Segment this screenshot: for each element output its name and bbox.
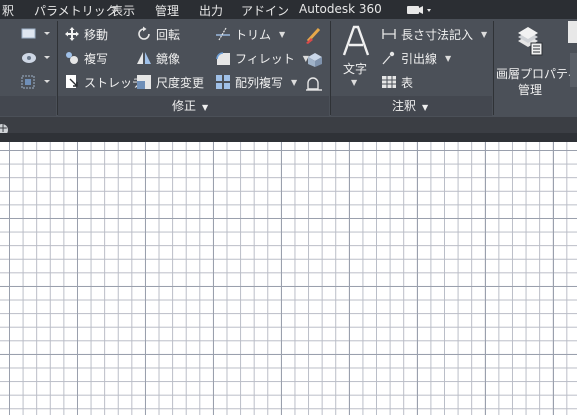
rotate-button[interactable]: 回転 — [136, 24, 180, 44]
array-dropdown-arrow[interactable]: ▼ — [291, 78, 297, 87]
featured-apps-dropdown[interactable] — [406, 3, 432, 16]
draw-panel-title-bar — [0, 96, 56, 116]
annotation-panel-expand-arrow: ▼ — [422, 103, 429, 112]
linear-dimension-dropdown-arrow[interactable]: ▼ — [481, 30, 487, 39]
menu-annotate[interactable]: 釈 — [2, 2, 14, 19]
array-label: 配列複写 — [235, 75, 284, 90]
rotate-icon — [138, 26, 150, 40]
copy-button[interactable]: 複写 — [64, 48, 108, 68]
menu-bar: 釈 パラメトリック 表示 管理 出力 アドイン Autodesk 360 — [0, 0, 577, 19]
modify-panel-title-label: 修正 — [172, 99, 197, 113]
scale-button[interactable]: 尺度変更 — [136, 72, 204, 92]
linear-dimension-icon — [382, 29, 396, 39]
text-button[interactable]: 文字 ▼ — [338, 25, 374, 95]
layer-properties-label-line1: 画層プロパティ — [496, 67, 577, 81]
leader-icon — [382, 51, 395, 65]
tab-strip-shadow — [0, 133, 577, 142]
table-icon — [382, 76, 396, 88]
stretch-icon — [66, 75, 78, 88]
layer-properties-icon — [518, 27, 543, 56]
scale-icon — [137, 75, 151, 89]
modify-panel-expand-arrow: ▼ — [202, 103, 209, 112]
mirror-label: 鏡像 — [156, 51, 181, 66]
mirror-button[interactable]: 鏡像 — [136, 48, 180, 68]
erase-icon[interactable] — [305, 26, 325, 44]
layer-properties-button[interactable]: 画層プロパティ 管理 — [496, 25, 577, 97]
table-label: 表 — [401, 75, 414, 90]
leader-label: 引出線 — [401, 51, 438, 66]
linear-dimension-label: 長さ寸法記入 — [401, 27, 474, 42]
trim-label: トリム — [235, 27, 272, 42]
video-icon — [407, 6, 431, 14]
copy-icon — [66, 52, 78, 64]
menu-autodesk-360[interactable]: Autodesk 360 — [299, 2, 382, 16]
offset-icon[interactable] — [305, 74, 325, 92]
stretch-button[interactable]: ストレッチ — [64, 72, 144, 92]
modify-panel-title[interactable]: 修正 ▼ — [172, 97, 208, 115]
stretch-label: ストレッチ — [84, 75, 145, 90]
rotate-label: 回転 — [156, 27, 181, 42]
menu-parametric[interactable]: パラメトリック — [34, 2, 118, 19]
scale-label: 尺度変更 — [156, 75, 205, 90]
rectangle-icon[interactable] — [20, 26, 52, 42]
fillet-button[interactable]: フィレット ▼ — [215, 48, 309, 68]
menu-output[interactable]: 出力 — [199, 2, 223, 19]
fillet-icon — [216, 52, 230, 65]
array-button[interactable]: 配列複写 ▼ — [215, 72, 297, 92]
menu-view[interactable]: 表示 — [111, 2, 135, 19]
panel-divider — [493, 21, 494, 115]
annotation-panel-title[interactable]: 注釈 ▼ — [392, 97, 428, 115]
text-a-icon — [342, 25, 370, 56]
move-icon — [65, 27, 79, 41]
table-button[interactable]: 表 — [381, 72, 413, 92]
autocad-window: 釈 パラメトリック 表示 管理 出力 アドイン Autodesk 360 移動 … — [0, 0, 577, 415]
leader-dropdown-arrow[interactable]: ▼ — [445, 54, 451, 63]
trim-button[interactable]: トリム ▼ — [215, 24, 285, 44]
text-dropdown-arrow: ▼ — [351, 78, 358, 87]
region-icon[interactable] — [20, 74, 52, 90]
array-icon — [216, 75, 230, 89]
file-tab-strip — [0, 117, 577, 142]
move-button[interactable]: 移動 — [64, 24, 108, 44]
linear-dimension-button[interactable]: 長さ寸法記入 ▼ — [381, 24, 487, 44]
text-label: 文字 — [343, 62, 368, 76]
fillet-label: フィレット — [235, 51, 295, 66]
layer-control-partial[interactable] — [568, 21, 577, 43]
layer-tools-partial[interactable] — [570, 53, 577, 87]
mirror-icon — [137, 52, 151, 64]
explode-icon[interactable] — [305, 50, 325, 68]
move-label: 移動 — [84, 27, 109, 42]
hatch-icon[interactable] — [20, 50, 52, 66]
trim-dropdown-arrow[interactable]: ▼ — [279, 30, 285, 39]
menu-addins[interactable]: アドイン — [241, 2, 289, 19]
drawing-canvas-major-grid — [0, 142, 577, 415]
leader-button[interactable]: 引出線 ▼ — [381, 48, 451, 68]
ribbon: 移動 回転 トリム ▼ 複写 鏡像 フィレット ▼ ストレッチ 尺度変更 配列複… — [0, 19, 577, 117]
menu-manage[interactable]: 管理 — [155, 2, 179, 19]
trim-icon — [216, 27, 230, 41]
layer-properties-label-line2: 管理 — [518, 83, 543, 97]
copy-label: 複写 — [84, 51, 109, 66]
annotation-panel-title-label: 注釈 — [392, 99, 417, 113]
